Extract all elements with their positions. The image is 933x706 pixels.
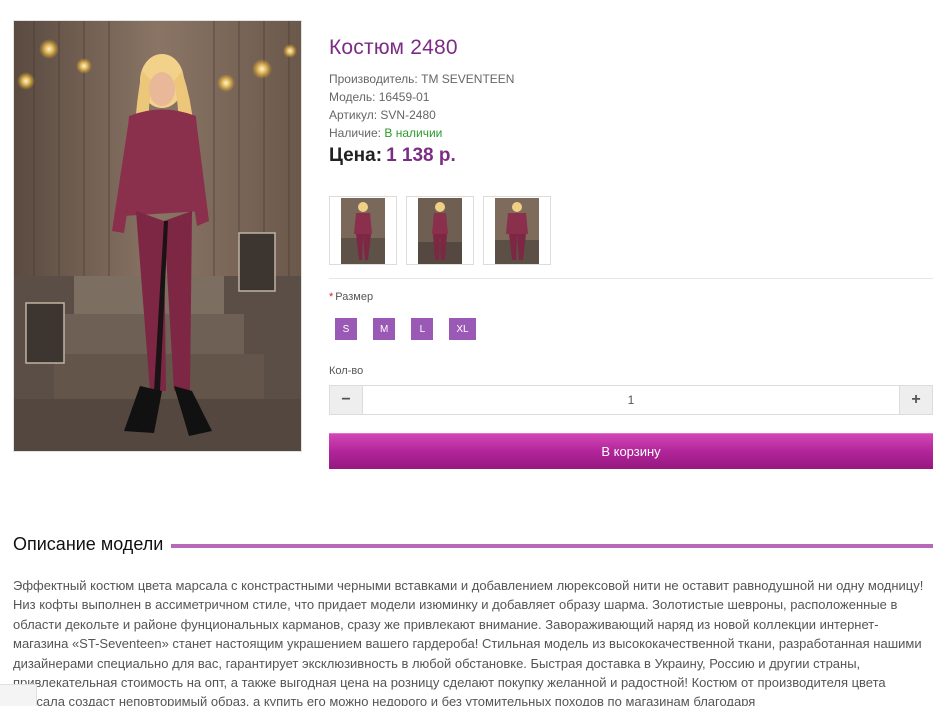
description-text: Эффектный костюм цвета марсала с констра… (13, 578, 924, 706)
size-option-m[interactable]: M (373, 318, 396, 340)
required-mark: * (329, 291, 334, 303)
size-label: * Размер (329, 291, 373, 303)
product-main-image[interactable] (13, 20, 302, 452)
heading-line (171, 543, 933, 548)
model-row: Модель: 16459-01 (329, 88, 933, 106)
description-header: Описание модели (13, 534, 933, 555)
corner-widget[interactable] (0, 684, 37, 706)
thumbnail-1[interactable] (329, 196, 397, 265)
description-heading: Описание модели (13, 534, 164, 554)
product-title: Костюм 2480 (329, 36, 458, 59)
manufacturer-row: Производитель: ТМ SEVENTEEN (329, 70, 933, 88)
article-row: Артикул: SVN-2480 (329, 106, 933, 124)
stock-status: В наличии (384, 126, 443, 140)
thumbnail-2[interactable] (406, 196, 474, 265)
thumbnail-list (329, 196, 551, 265)
article-value: SVN-2480 (380, 108, 436, 122)
quantity-increase-button[interactable]: + (900, 386, 932, 414)
price-amount: 1 138 р. (386, 145, 456, 166)
size-label-text: Размер (335, 291, 374, 303)
model-value: 16459-01 (378, 90, 430, 104)
stock-label: Наличие: (329, 126, 382, 140)
manufacturer-value: ТМ SEVENTEEN (421, 72, 515, 86)
divider (329, 278, 933, 279)
size-option-xl[interactable]: XL (449, 318, 476, 340)
product-meta: Производитель: ТМ SEVENTEEN Модель: 1645… (329, 70, 933, 142)
size-options: S M L XL (335, 318, 476, 340)
product-info: Костюм 2480 Производитель: ТМ SEVENTEEN … (329, 36, 933, 469)
thumbnail-3[interactable] (483, 196, 551, 265)
stock-row: Наличие: В наличии (329, 124, 933, 142)
quantity-label: Кол-во (329, 365, 364, 377)
quantity-input[interactable] (362, 386, 900, 414)
article-label: Артикул: (329, 108, 378, 122)
size-option-l[interactable]: L (411, 318, 434, 340)
price-label: Цена: (329, 145, 383, 166)
manufacturer-label: Производитель: (329, 72, 418, 86)
price: Цена: 1 138 р. (329, 145, 933, 171)
add-to-cart-button[interactable]: В корзину (329, 433, 933, 469)
model-label: Модель: (329, 90, 376, 104)
size-option-s[interactable]: S (335, 318, 357, 340)
quantity-stepper: − + (329, 385, 933, 415)
quantity-decrease-button[interactable]: − (330, 386, 362, 414)
